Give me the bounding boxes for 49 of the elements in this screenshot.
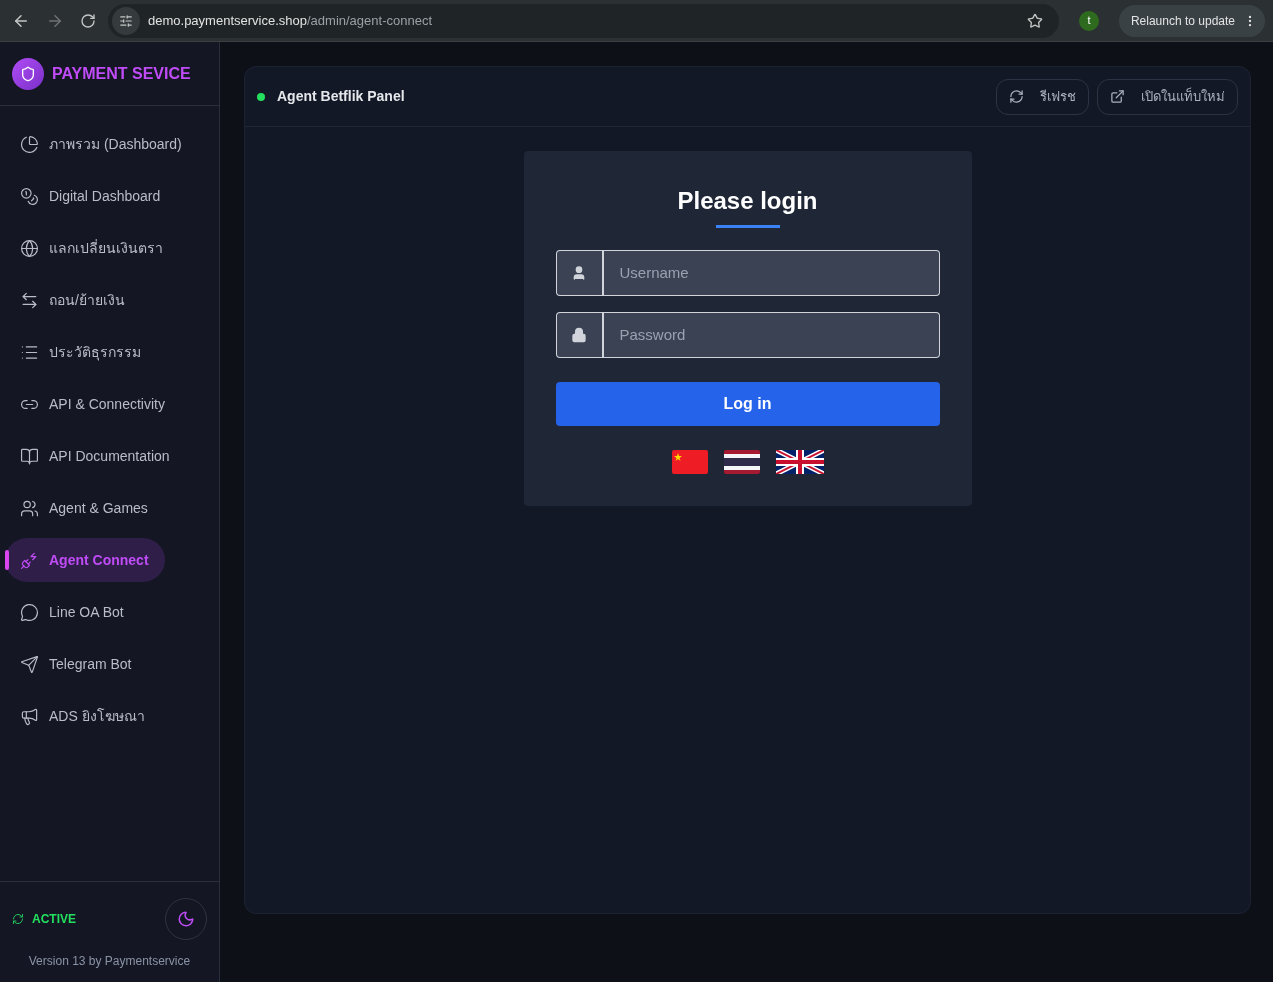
users-icon bbox=[20, 498, 39, 518]
refresh-icon bbox=[1009, 89, 1024, 104]
uk-flag-icon[interactable] bbox=[775, 450, 824, 474]
moon-icon bbox=[177, 910, 195, 928]
url-text: demo.paymentservice.shop/admin/agent-connect bbox=[148, 11, 433, 30]
login-title: Please login bbox=[677, 186, 818, 216]
sidebar-item[interactable]: Line OA Bot bbox=[5, 590, 140, 634]
chat-bubble-icon bbox=[20, 602, 39, 622]
sidebar-item[interactable]: ภาพรวม (Dashboard) bbox=[5, 122, 198, 166]
coins-icon bbox=[20, 186, 39, 206]
arrows-icon bbox=[20, 290, 39, 310]
refresh-button[interactable]: รีเฟรช bbox=[996, 78, 1089, 115]
china-flag-icon[interactable] bbox=[671, 450, 708, 474]
password-field[interactable]: Password bbox=[603, 312, 940, 358]
user-icon bbox=[571, 265, 587, 281]
sidebar-item[interactable]: Agent & Games bbox=[5, 486, 164, 530]
sidebar-item[interactable]: ADS ยิงโฆษณา bbox=[5, 694, 161, 738]
login-button[interactable]: Log in bbox=[555, 382, 940, 426]
thailand-flag-icon[interactable] bbox=[723, 450, 760, 474]
pie-chart-icon bbox=[20, 134, 39, 154]
lock-icon bbox=[571, 327, 587, 343]
profile-avatar[interactable]: t bbox=[1078, 10, 1099, 31]
sidebar-item[interactable]: ประวัติธุรกรรม bbox=[5, 330, 157, 374]
sidebar-item[interactable]: แลกเปลี่ยนเงินตรา bbox=[5, 226, 179, 270]
sidebar-item[interactable]: API Documentation bbox=[5, 434, 186, 478]
sync-icon bbox=[12, 913, 24, 925]
megaphone-icon bbox=[20, 706, 39, 726]
send-icon bbox=[20, 654, 39, 674]
version-text: Version 13 by Paymentservice bbox=[27, 953, 192, 970]
logo-icon bbox=[12, 57, 44, 90]
sidebar-item[interactable]: Agent Connect bbox=[5, 538, 165, 582]
brand-name: PAYMENT SEVICE bbox=[52, 63, 191, 84]
open-new-tab-button[interactable]: เปิดในแท็บใหม่ bbox=[1097, 78, 1238, 115]
status-label: ACTIVE bbox=[32, 911, 76, 928]
username-field[interactable]: Username bbox=[603, 250, 940, 296]
book-icon bbox=[20, 446, 39, 466]
sidebar-item[interactable]: ถอน/ย้ายเงิน bbox=[5, 278, 141, 322]
external-link-icon bbox=[1110, 89, 1125, 104]
site-settings-icon[interactable] bbox=[119, 13, 133, 28]
bookmark-star-icon[interactable] bbox=[1026, 12, 1043, 29]
reload-icon[interactable] bbox=[80, 12, 96, 29]
sidebar-item[interactable]: API & Connectivity bbox=[5, 382, 181, 426]
address-bar[interactable]: demo.paymentservice.shop/admin/agent-connect bbox=[108, 3, 1059, 38]
sidebar-item[interactable]: Telegram Bot bbox=[5, 642, 148, 686]
plug-icon bbox=[20, 550, 39, 570]
sidebar-item[interactable]: Digital Dashboard bbox=[5, 174, 177, 218]
relaunch-button[interactable]: Relaunch to update bbox=[1118, 4, 1265, 37]
panel-title: Agent Betflik Panel bbox=[277, 87, 405, 106]
globe-icon bbox=[20, 238, 39, 258]
